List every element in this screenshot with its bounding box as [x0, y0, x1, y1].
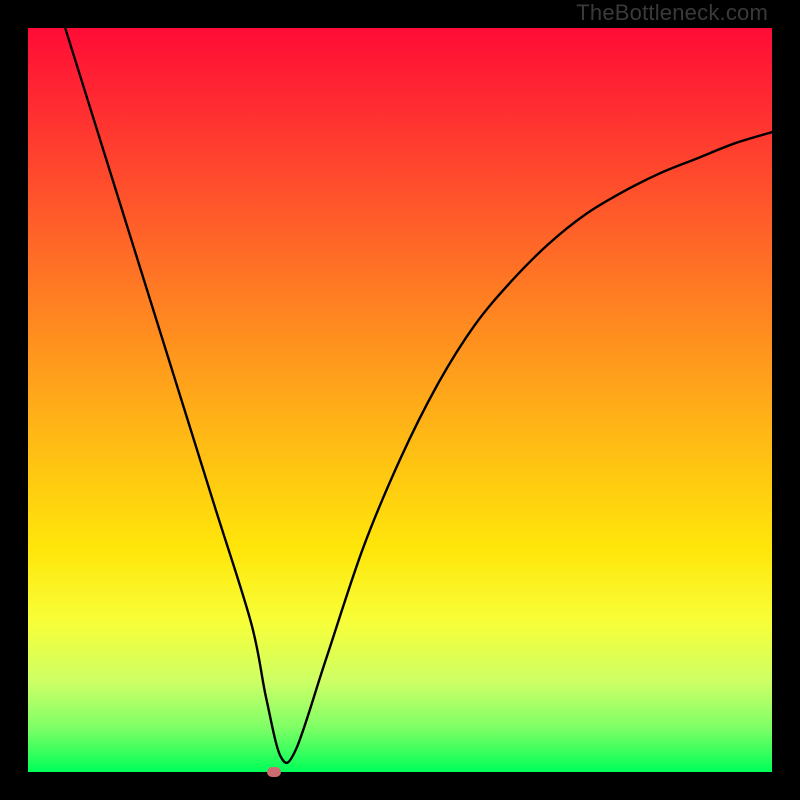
curve-svg — [28, 28, 772, 772]
optimal-point-marker — [267, 767, 281, 777]
plot-area — [28, 28, 772, 772]
chart-frame: TheBottleneck.com — [0, 0, 800, 800]
bottleneck-curve — [65, 28, 772, 763]
watermark-text: TheBottleneck.com — [576, 0, 768, 26]
